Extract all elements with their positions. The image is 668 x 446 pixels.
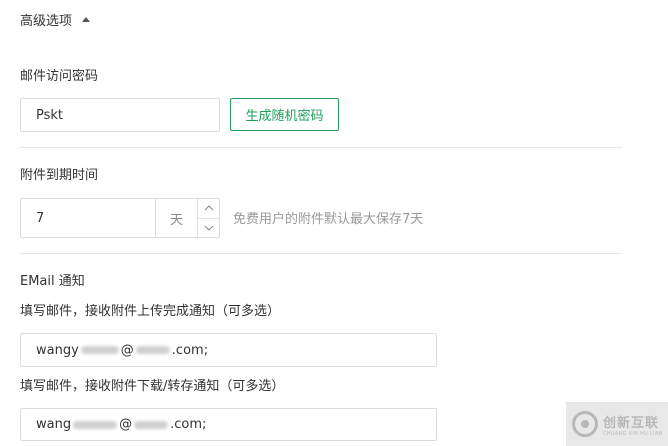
upload-email-at: @ — [120, 342, 134, 358]
watermark-cn: 创新互联 — [603, 415, 660, 431]
advanced-options-title: 高级选项 — [20, 13, 73, 29]
upload-email-suffix: .com; — [171, 342, 209, 358]
caret-up-icon — [82, 16, 91, 22]
download-email-at: @ — [119, 417, 133, 432]
download-email-prefix: wang — [36, 417, 72, 432]
expiry-days-input[interactable]: 7 — [21, 199, 155, 237]
watermark-en: CHUANG XIN HU LIAN — [603, 430, 663, 437]
redacted-mask — [135, 346, 170, 354]
upload-email-prefix: wangy — [36, 342, 79, 358]
section-divider — [20, 253, 622, 254]
decrement-button[interactable] — [198, 217, 219, 238]
expiry-unit: 天 — [155, 199, 197, 237]
mail-password-value: Pskt — [36, 107, 64, 123]
attachment-expiry-label: 附件到期时间 — [20, 168, 99, 183]
mail-password-input[interactable]: Pskt — [20, 98, 220, 132]
mail-password-label: 邮件访问密码 — [20, 69, 99, 84]
upload-notify-email-input[interactable]: wangy @ .com; — [20, 333, 437, 367]
redacted-mask — [73, 420, 118, 429]
download-email-suffix: .com; — [170, 417, 207, 432]
advanced-options-toggle[interactable]: 高级选项 — [20, 9, 91, 29]
expiry-days-value: 7 — [36, 210, 45, 226]
chevron-up-icon — [204, 205, 213, 211]
watermark-logo-icon — [572, 411, 598, 437]
download-notify-label: 填写邮件，接收附件下载/转存通知（可多选） — [20, 379, 285, 394]
stepper-arrows — [197, 199, 219, 237]
section-divider — [20, 147, 622, 148]
expiry-hint: 免费用户的附件默认最大保存7天 — [233, 212, 424, 227]
redacted-mask — [134, 420, 169, 429]
increment-button[interactable] — [198, 199, 219, 218]
redacted-mask — [80, 346, 119, 354]
email-notify-title: EMail 通知 — [20, 274, 85, 289]
expiry-stepper[interactable]: 7 天 — [20, 198, 220, 238]
download-notify-email-input[interactable]: wang @ .com; — [20, 408, 437, 441]
watermark: 创新互联 CHUANG XIN HU LIAN — [566, 402, 668, 446]
generate-password-button[interactable]: 生成随机密码 — [230, 98, 339, 131]
upload-notify-label: 填写邮件，接收附件上传完成通知（可多选） — [20, 304, 281, 319]
chevron-down-icon — [204, 225, 213, 231]
